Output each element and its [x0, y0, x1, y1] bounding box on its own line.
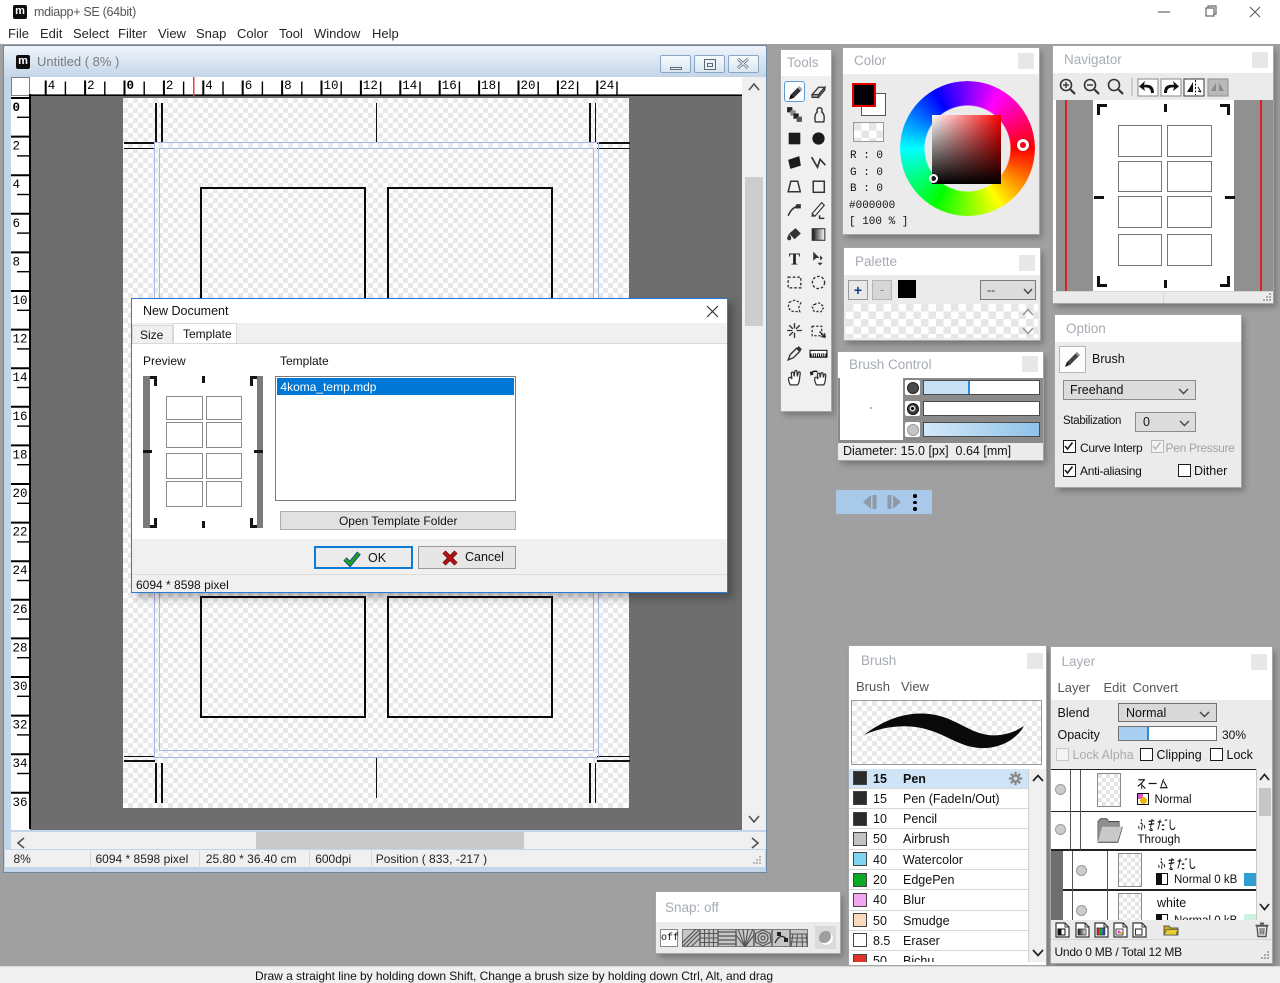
svg-text:0: 0	[127, 79, 135, 93]
svg-text:14: 14	[13, 371, 28, 385]
svg-text:12: 12	[363, 79, 378, 93]
svg-text:12: 12	[13, 333, 28, 347]
svg-text:20: 20	[13, 487, 28, 501]
svg-text:2: 2	[13, 140, 21, 154]
svg-text:8: 8	[284, 79, 292, 93]
svg-text:18: 18	[481, 79, 496, 93]
svg-text:4: 4	[48, 79, 56, 93]
svg-text:10: 10	[13, 294, 28, 308]
svg-text:4: 4	[13, 178, 21, 192]
svg-text:0: 0	[13, 101, 21, 115]
svg-text:18: 18	[13, 448, 28, 462]
svg-text:2: 2	[87, 79, 95, 93]
svg-text:26: 26	[13, 603, 28, 617]
svg-text:T: T	[788, 249, 799, 268]
svg-text:28: 28	[13, 641, 28, 655]
svg-text:30: 30	[13, 680, 28, 694]
svg-text:2: 2	[166, 79, 174, 93]
svg-text:24: 24	[13, 564, 28, 578]
svg-text:4: 4	[205, 79, 213, 93]
svg-text:22: 22	[13, 526, 28, 540]
svg-text:10: 10	[324, 79, 339, 93]
svg-text:14: 14	[402, 79, 417, 93]
svg-text:34: 34	[13, 757, 28, 771]
svg-text:20: 20	[521, 79, 536, 93]
svg-text:32: 32	[13, 719, 28, 733]
svg-text:16: 16	[442, 79, 457, 93]
svg-text:16: 16	[13, 410, 28, 424]
svg-text:36: 36	[13, 796, 28, 810]
svg-text:22: 22	[560, 79, 575, 93]
svg-text:6: 6	[245, 79, 253, 93]
svg-text:24: 24	[599, 79, 614, 93]
svg-text:6: 6	[13, 217, 21, 231]
svg-text:8: 8	[13, 255, 21, 269]
